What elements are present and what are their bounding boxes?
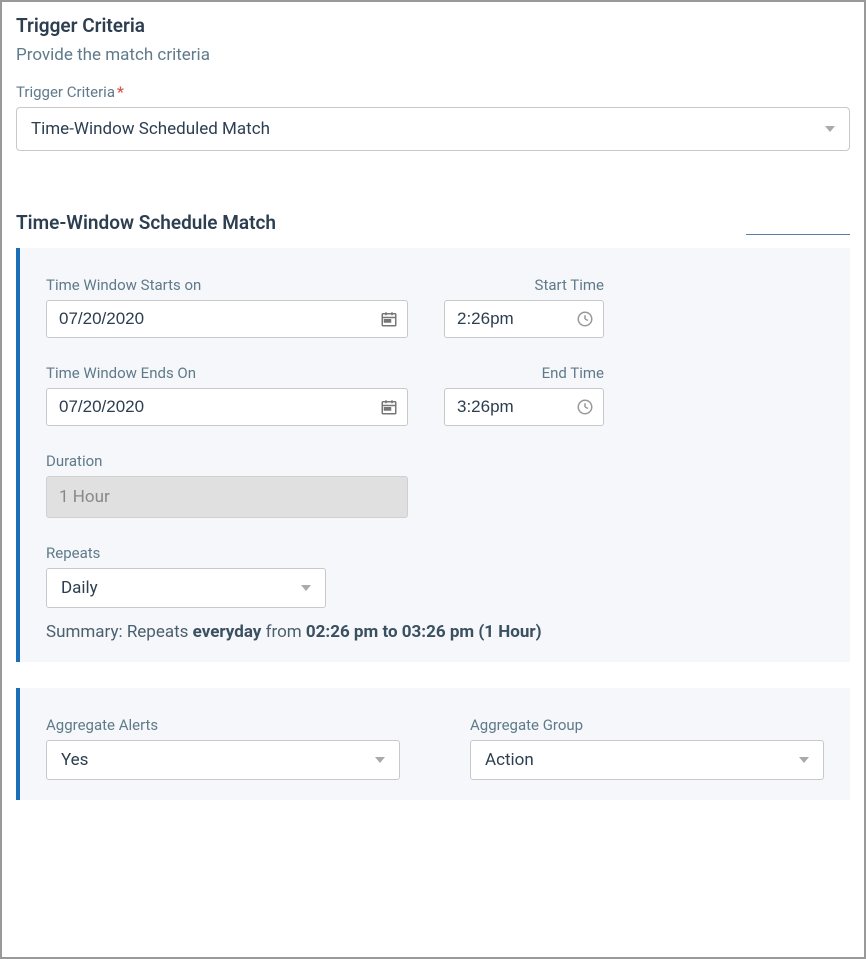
summary-prefix: Summary: Repeats (46, 622, 193, 642)
summary-text: Summary: Repeats everyday from 02:26 pm … (46, 622, 824, 642)
required-star: * (117, 83, 124, 101)
chevron-down-icon (825, 126, 835, 132)
section-title: Trigger Criteria (16, 14, 850, 37)
aggregate-group-select[interactable]: Action (470, 740, 824, 780)
aggregate-panel: Aggregate Alerts Yes Aggregate Group Act… (16, 688, 850, 800)
end-date-label: Time Window Ends On (46, 364, 408, 382)
repeats-value: Daily (61, 578, 98, 598)
summary-range: 02:26 pm to 03:26 pm (1 Hour) (306, 622, 542, 642)
end-date-input[interactable] (46, 388, 408, 426)
chevron-down-icon (799, 757, 809, 763)
aggregate-alerts-select[interactable]: Yes (46, 740, 400, 780)
repeats-label: Repeats (46, 544, 824, 562)
trigger-criteria-label-text: Trigger Criteria (16, 83, 115, 101)
start-time-label: Start Time (444, 276, 604, 294)
end-time-input[interactable] (444, 388, 604, 426)
chevron-down-icon (301, 585, 311, 591)
end-time-label: End Time (444, 364, 604, 382)
section-subtitle: Provide the match criteria (16, 45, 850, 65)
duration-label: Duration (46, 452, 824, 470)
divider-rule (746, 234, 850, 235)
chevron-down-icon (375, 757, 385, 763)
aggregate-group-value: Action (485, 750, 534, 770)
start-date-label: Time Window Starts on (46, 276, 408, 294)
summary-everyday: everyday (193, 622, 262, 642)
summary-mid: from (261, 622, 306, 642)
trigger-criteria-label: Trigger Criteria* (16, 83, 850, 101)
trigger-criteria-select[interactable]: Time-Window Scheduled Match (16, 107, 850, 151)
schedule-panel: Time Window Starts on Start Time (16, 248, 850, 662)
duration-value: 1 Hour (46, 476, 408, 518)
aggregate-group-label: Aggregate Group (470, 716, 824, 734)
schedule-section-title: Time-Window Schedule Match (2, 211, 864, 234)
trigger-criteria-value: Time-Window Scheduled Match (31, 119, 270, 139)
aggregate-alerts-label: Aggregate Alerts (46, 716, 400, 734)
repeats-select[interactable]: Daily (46, 568, 326, 608)
start-time-input[interactable] (444, 300, 604, 338)
aggregate-alerts-value: Yes (61, 750, 88, 770)
start-date-input[interactable] (46, 300, 408, 338)
